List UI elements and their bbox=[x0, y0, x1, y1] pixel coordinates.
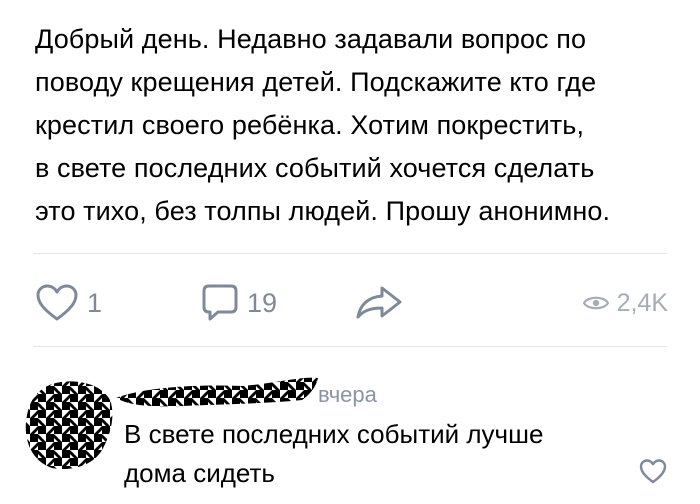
comment-item: вчера В свете последних событий лучше до… bbox=[0, 360, 700, 504]
post-text: Добрый день. Недавно задавали вопрос по … bbox=[35, 24, 611, 226]
like-button[interactable]: 1 bbox=[35, 280, 102, 326]
comment-bubble-icon bbox=[202, 284, 238, 321]
divider-top bbox=[33, 253, 667, 254]
avatar[interactable] bbox=[22, 378, 114, 472]
comment-text: В свете последних событий лучше дома сид… bbox=[124, 419, 544, 488]
share-button[interactable] bbox=[355, 280, 403, 326]
post-actions-bar: 1 19 2,4K bbox=[0, 280, 700, 326]
comment-button[interactable]: 19 bbox=[201, 280, 277, 326]
divider-bottom bbox=[33, 346, 667, 347]
comment-count: 19 bbox=[247, 287, 278, 318]
views-counter: 2,4K bbox=[582, 280, 668, 326]
views-count: 2,4K bbox=[616, 288, 668, 317]
comment-timestamp: вчера bbox=[318, 382, 377, 407]
post-page: Добрый день. Недавно задавали вопрос по … bbox=[0, 0, 700, 504]
heart-icon bbox=[639, 459, 667, 484]
heart-icon bbox=[36, 284, 78, 321]
share-arrow-icon bbox=[356, 286, 402, 319]
redacted-author-name bbox=[116, 377, 318, 407]
comment-like-button[interactable] bbox=[638, 456, 668, 486]
like-count: 1 bbox=[87, 287, 103, 318]
eye-icon bbox=[582, 296, 609, 310]
